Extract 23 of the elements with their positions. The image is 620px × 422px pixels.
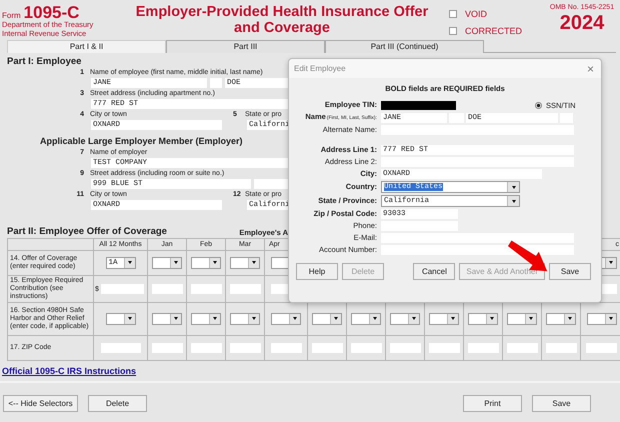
tax-year: 2024 xyxy=(558,11,606,35)
section-heading: Applicable Large Employer Member (Employer) xyxy=(40,135,244,148)
button[interactable]: Cancel xyxy=(413,263,456,280)
checkbox-label: VOID xyxy=(465,8,488,18)
form-label: Form xyxy=(2,11,21,20)
tab[interactable]: Part III (Continued) xyxy=(325,40,484,53)
button[interactable]: Print xyxy=(463,395,522,412)
tab[interactable]: Part III xyxy=(166,40,325,53)
section-heading: Part I: Employee xyxy=(7,56,82,68)
button[interactable]: <-- Hide Selectors xyxy=(3,395,78,412)
checkbox-label: CORRECTED xyxy=(465,26,522,36)
button[interactable]: Save xyxy=(549,263,591,280)
form-title: and Coverage xyxy=(233,20,331,36)
button[interactable]: Delete xyxy=(88,395,147,412)
section-heading: Part II: Employee Offer of Coverage xyxy=(7,226,167,238)
form-number: 1095-C xyxy=(24,3,80,22)
dialog-title: Edit Employee xyxy=(294,64,346,73)
close-button[interactable]: × xyxy=(586,62,594,74)
form-title: Employer-Provided Health Insurance Offer xyxy=(134,4,430,20)
button[interactable]: Save xyxy=(532,395,591,412)
tab[interactable]: Part I & II xyxy=(7,40,166,53)
instructions-link[interactable]: Official 1095-C IRS Instructions xyxy=(2,366,136,376)
button[interactable]: Help xyxy=(296,263,338,280)
